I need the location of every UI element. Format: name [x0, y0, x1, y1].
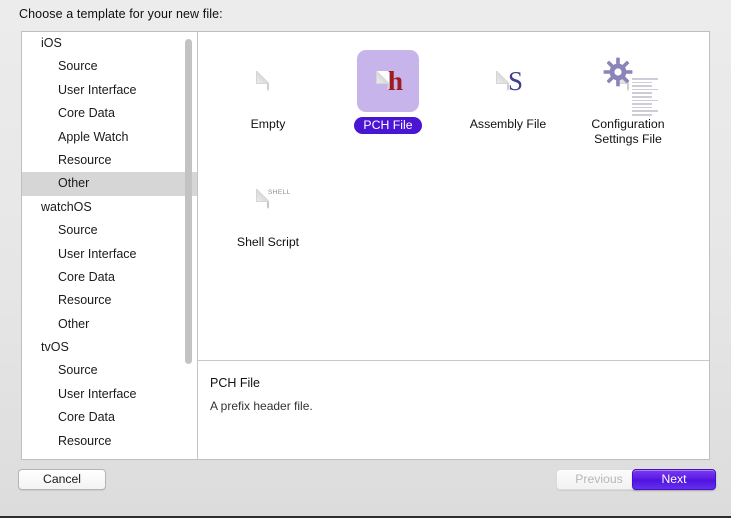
- template-icon-container: [237, 50, 299, 112]
- dialog-prompt: Choose a template for your new file:: [19, 7, 223, 21]
- template-item-configuration-settings-file[interactable]: Configuration Settings File: [568, 46, 688, 146]
- next-button[interactable]: Next: [632, 469, 716, 490]
- template-detail-area: Empty h PCH File S Assembly File Configuratio…: [198, 32, 709, 459]
- template-icon-container: S: [477, 50, 539, 112]
- platform-category-list: iOSSourceUser InterfaceCore DataApple Wa…: [22, 32, 198, 453]
- template-icon-container: h: [357, 50, 419, 112]
- sidebar-item-tvos[interactable]: tvOS: [22, 336, 198, 359]
- sidebar-item-core-data[interactable]: Core Data: [22, 102, 198, 125]
- sidebar-item-user-interface[interactable]: User Interface: [22, 243, 198, 266]
- s-assembly-document-icon: S: [507, 72, 509, 90]
- template-label: PCH File: [354, 117, 421, 134]
- empty-document-icon: [267, 72, 269, 90]
- template-label: Shell Script: [237, 235, 299, 250]
- dialog-footer: Cancel Previous Next: [0, 460, 731, 518]
- sidebar-item-source[interactable]: Source: [22, 55, 198, 78]
- platform-category-sidebar[interactable]: iOSSourceUser InterfaceCore DataApple Wa…: [22, 32, 198, 459]
- template-chooser-panel: iOSSourceUser InterfaceCore DataApple Wa…: [21, 31, 710, 460]
- shell-script-document-icon: SHELL: [267, 190, 269, 208]
- sidebar-item-apple-watch[interactable]: Apple Watch: [22, 126, 198, 149]
- template-label: Configuration Settings File: [569, 117, 687, 146]
- template-item-assembly-file[interactable]: S Assembly File: [448, 46, 568, 146]
- gear-document-icon: [627, 72, 629, 90]
- cancel-button[interactable]: Cancel: [18, 469, 106, 490]
- template-icon-container: [597, 50, 659, 112]
- sidebar-item-user-interface[interactable]: User Interface: [22, 79, 198, 102]
- template-description: PCH File A prefix header file.: [198, 361, 709, 459]
- sidebar-item-user-interface[interactable]: User Interface: [22, 383, 198, 406]
- previous-button: Previous: [556, 469, 642, 490]
- template-label: Assembly File: [470, 117, 547, 132]
- sidebar-item-resource[interactable]: Resource: [22, 149, 198, 172]
- template-item-shell-script[interactable]: SHELL Shell Script: [208, 164, 328, 250]
- sidebar-item-source[interactable]: Source: [22, 219, 198, 242]
- sidebar-item-watchos[interactable]: watchOS: [22, 196, 198, 219]
- sidebar-item-other[interactable]: Other: [22, 313, 198, 336]
- sidebar-item-source[interactable]: Source: [22, 359, 198, 382]
- template-grid[interactable]: Empty h PCH File S Assembly File Configuratio…: [198, 32, 709, 360]
- sidebar-item-core-data[interactable]: Core Data: [22, 266, 198, 289]
- template-item-pch-file[interactable]: h PCH File: [328, 46, 448, 146]
- sidebar-item-other[interactable]: Other: [22, 172, 198, 195]
- template-label: Empty: [251, 117, 286, 132]
- h-header-document-icon: h: [387, 72, 389, 90]
- sidebar-scrollbar-thumb[interactable]: [185, 39, 192, 364]
- sidebar-item-resource[interactable]: Resource: [22, 430, 198, 453]
- sidebar-scrollbar-track[interactable]: [186, 34, 195, 459]
- template-item-empty[interactable]: Empty: [208, 46, 328, 146]
- description-body: A prefix header file.: [210, 399, 709, 413]
- sidebar-item-core-data[interactable]: Core Data: [22, 406, 198, 429]
- sidebar-item-ios[interactable]: iOS: [22, 32, 198, 55]
- template-icon-container: SHELL: [237, 168, 299, 230]
- sidebar-item-resource[interactable]: Resource: [22, 289, 198, 312]
- description-title: PCH File: [210, 376, 709, 390]
